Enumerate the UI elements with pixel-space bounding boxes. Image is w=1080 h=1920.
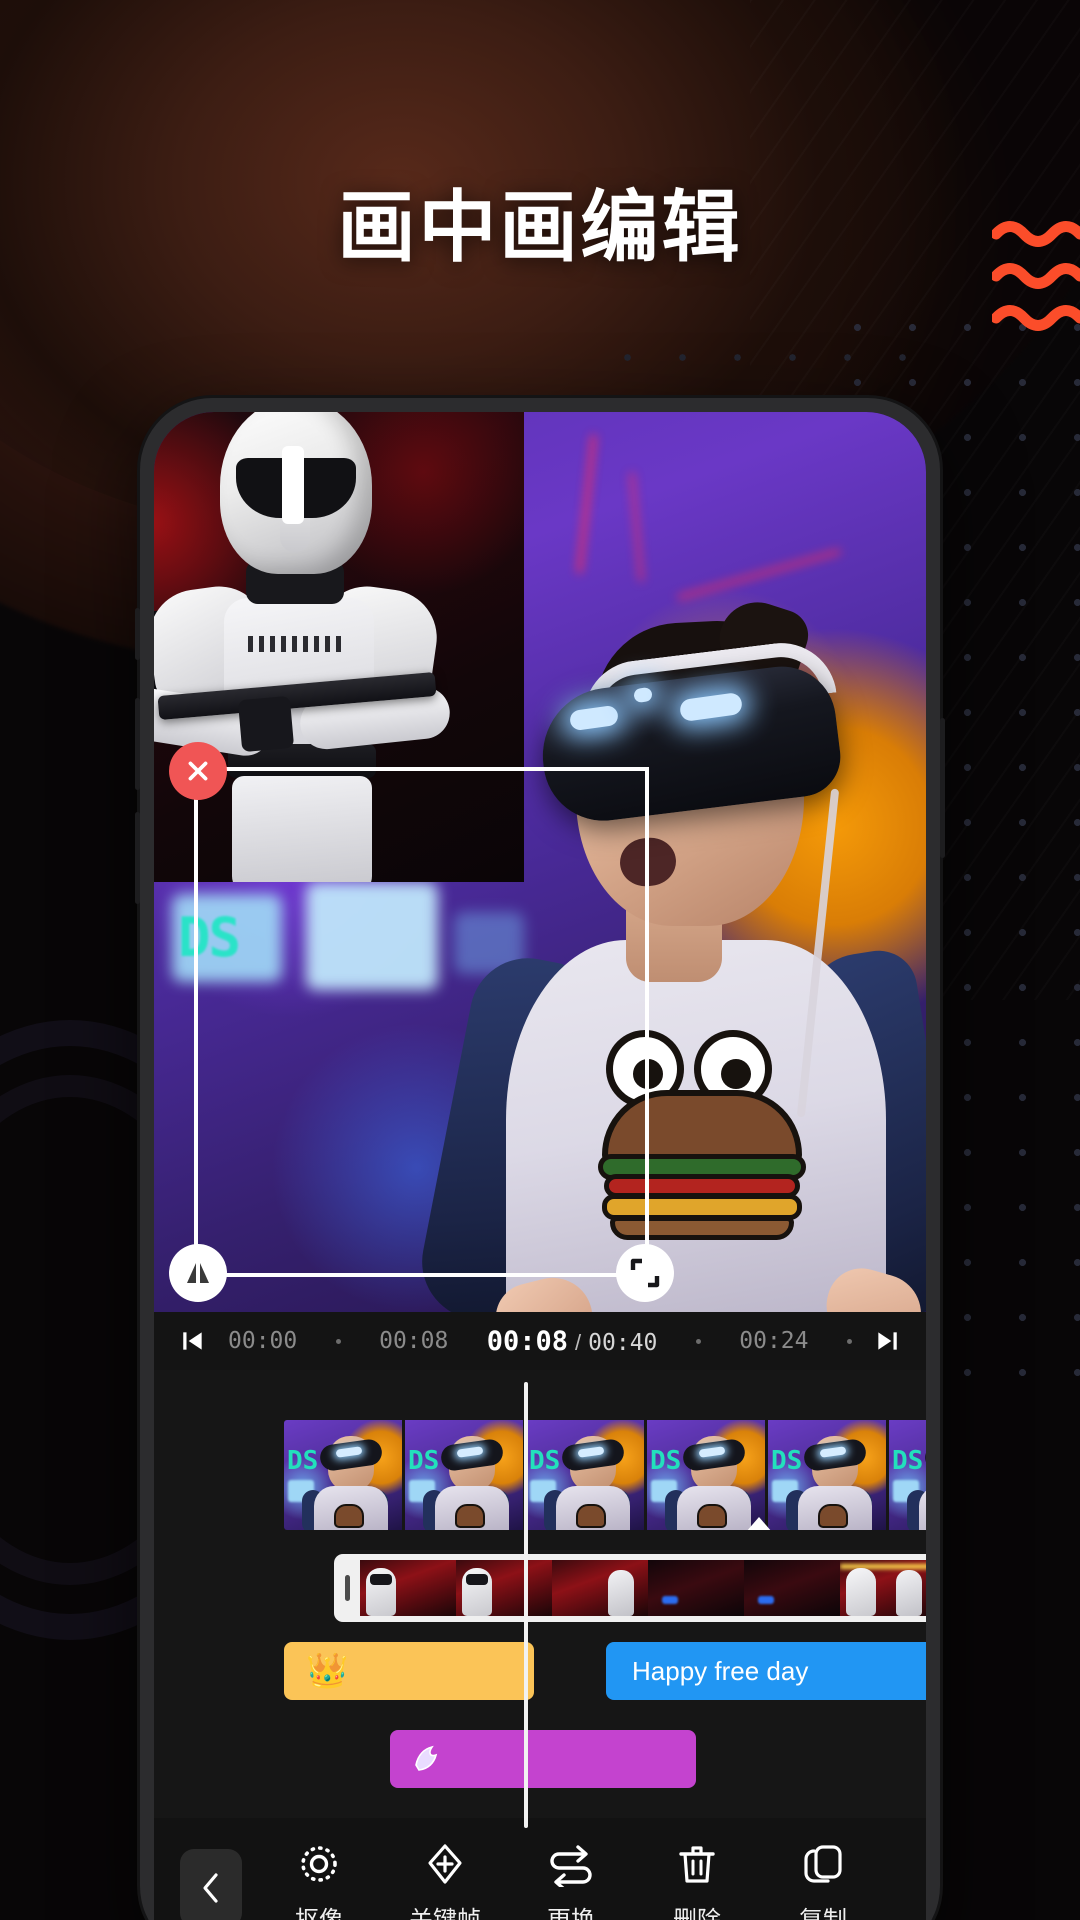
- tool-label: 更换: [547, 1900, 595, 1920]
- stormtrooper-legs: [232, 776, 372, 882]
- main-video-track[interactable]: DS DS DS DS DS DS: [284, 1420, 926, 1530]
- delete-icon: [679, 1846, 715, 1883]
- stormtrooper-visor: [236, 446, 356, 524]
- time-separator: /: [575, 1329, 582, 1355]
- pip-thumbnail-strip: [360, 1560, 926, 1616]
- burger-top-bun: [602, 1090, 802, 1164]
- video-thumbnail[interactable]: DS: [526, 1420, 644, 1530]
- preview-sign-text: DS: [178, 906, 241, 969]
- ruler-tick-2: 00:24: [739, 1328, 809, 1354]
- next-frame-button[interactable]: [870, 1324, 904, 1358]
- thumbnail-sign-text: DS: [529, 1446, 561, 1476]
- phone-screen: DS 00:00 00:08 00:08 / 00:40 00:24 DS DS…: [154, 412, 926, 1920]
- effect-icon: [415, 1745, 438, 1771]
- burger-bottom-bun: [610, 1216, 794, 1240]
- video-thumbnail[interactable]: DS: [647, 1420, 765, 1530]
- pip-trim-handle-left[interactable]: [334, 1554, 360, 1622]
- pip-thumbnail[interactable]: [840, 1560, 926, 1616]
- video-thumbnail[interactable]: DS: [768, 1420, 886, 1530]
- ruler-tick-0: 00:00: [228, 1328, 298, 1354]
- phone-power-button: [940, 718, 945, 858]
- thumbnail-sign-text: DS: [771, 1446, 803, 1476]
- phone-volume-up-button: [135, 698, 140, 790]
- total-time: 00:40: [588, 1329, 658, 1356]
- phone-mute-switch: [135, 608, 140, 660]
- tool-label: 抠像: [295, 1900, 343, 1920]
- effect-track[interactable]: [390, 1730, 696, 1788]
- tool-list: 抠像 关键帧 更换: [242, 1841, 900, 1920]
- pip-clip-stormtrooper[interactable]: [154, 412, 524, 882]
- timeline-playhead[interactable]: [524, 1382, 528, 1828]
- video-thumbnail[interactable]: DS: [405, 1420, 523, 1530]
- tool-delete[interactable]: 删除: [642, 1841, 752, 1920]
- stormtrooper-chest-vent: [248, 636, 344, 652]
- copy-icon: [804, 1845, 842, 1883]
- current-time: 00:08: [486, 1325, 569, 1357]
- stormtrooper-blaster-grip: [237, 695, 295, 753]
- pip-thumbnail[interactable]: [648, 1560, 744, 1616]
- crown-icon: 👑: [306, 1652, 349, 1690]
- video-preview[interactable]: DS: [154, 412, 926, 1312]
- pip-thumbnail[interactable]: [456, 1560, 552, 1616]
- thumbnail-sign-text: DS: [892, 1446, 924, 1476]
- tool-label: 删除: [673, 1900, 721, 1920]
- page-title: 画中画编辑: [337, 183, 743, 273]
- stormtrooper-figure: [154, 412, 458, 882]
- ruler-tick-dot-2: [695, 1338, 701, 1344]
- tool-label: 复制: [799, 1900, 847, 1920]
- ruler-tick-dot-3: [846, 1338, 852, 1344]
- sticker-track[interactable]: 👑: [284, 1642, 534, 1700]
- text-track-label: Happy free day: [632, 1655, 809, 1686]
- preview-subject-person: [412, 560, 926, 1312]
- thumbnail-sign-text: DS: [650, 1446, 682, 1476]
- tool-keyframe[interactable]: 关键帧: [390, 1841, 500, 1920]
- tool-label: 关键帧: [409, 1900, 481, 1920]
- pip-thumbnail[interactable]: [744, 1560, 840, 1616]
- picture-in-picture-track[interactable]: [334, 1554, 926, 1622]
- timeline-ruler: 00:00 00:08 00:08 / 00:40 00:24: [154, 1312, 926, 1370]
- tool-cutout[interactable]: 抠像: [264, 1841, 374, 1920]
- preview-tv-2: [306, 882, 438, 990]
- thumbnail-sign-text: DS: [408, 1446, 440, 1476]
- text-track[interactable]: Happy free day: [606, 1642, 926, 1700]
- replace-icon: [550, 1845, 592, 1887]
- phone-mockup: DS 00:00 00:08 00:08 / 00:40 00:24 DS DS…: [135, 398, 945, 1920]
- ruler-tick-1: 00:08: [379, 1328, 449, 1354]
- bottom-toolbar: 抠像 关键帧 更换: [154, 1818, 926, 1920]
- previous-frame-button[interactable]: [176, 1324, 210, 1358]
- thumbnail-sign-text: DS: [287, 1446, 319, 1476]
- pip-thumbnail[interactable]: [360, 1560, 456, 1616]
- video-thumbnail[interactable]: DS: [284, 1420, 402, 1530]
- burger-graphic: [598, 1030, 806, 1240]
- ruler-ticks[interactable]: 00:00 00:08 00:08 / 00:40 00:24: [210, 1326, 870, 1357]
- keyframe-icon: [428, 1844, 462, 1884]
- phone-volume-down-button: [135, 812, 140, 904]
- chevron-left-icon: [203, 1873, 218, 1903]
- tool-replace[interactable]: 更换: [516, 1841, 626, 1920]
- ruler-tick-dot-1: [335, 1338, 341, 1344]
- current-time-display: 00:08 / 00:40: [487, 1326, 658, 1357]
- video-thumbnail[interactable]: DS: [889, 1420, 926, 1530]
- next-frame-icon: [878, 1332, 897, 1350]
- back-button[interactable]: [180, 1849, 242, 1920]
- clip-split-marker: [746, 1517, 772, 1530]
- pip-thumbnail[interactable]: [552, 1560, 648, 1616]
- cutout-icon: [301, 1846, 337, 1882]
- tool-copy[interactable]: 复制: [768, 1841, 878, 1920]
- previous-frame-icon: [183, 1332, 202, 1350]
